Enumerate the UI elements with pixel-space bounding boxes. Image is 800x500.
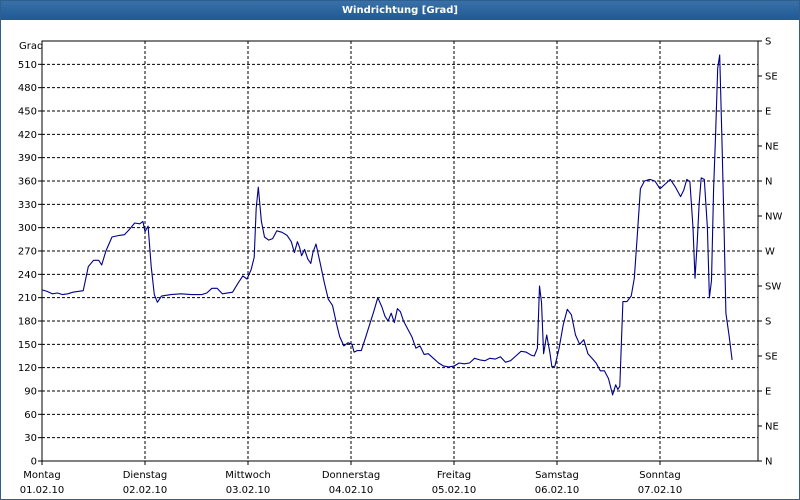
y-axis-label: Grad bbox=[19, 41, 43, 52]
right-tick-label: SE bbox=[765, 72, 778, 83]
left-axis: 0 30 60 90 120 150 180 210 240 270 300 330 360 390 420… bbox=[18, 60, 42, 468]
y-tick-label: 510 bbox=[18, 60, 37, 71]
right-tick-label: SE bbox=[765, 352, 778, 363]
y-tick-label: 420 bbox=[18, 130, 37, 141]
y-tick-label: 30 bbox=[24, 433, 37, 444]
right-tick-label: W bbox=[765, 247, 775, 258]
y-tick-label: 180 bbox=[18, 317, 37, 328]
right-tick-label: NE bbox=[765, 422, 779, 433]
y-tick-label: 330 bbox=[18, 200, 37, 211]
y-tick-label: 210 bbox=[18, 293, 37, 304]
right-tick-label: E bbox=[765, 387, 771, 398]
x-tick-date: 05.02.10 bbox=[432, 485, 477, 496]
right-tick-label: NE bbox=[765, 142, 779, 153]
x-tick-day: Dienstag bbox=[123, 470, 168, 481]
x-tick-day: Samstag bbox=[535, 470, 579, 481]
x-tick-date: 04.02.10 bbox=[329, 485, 374, 496]
x-tick-day: Donnerstag bbox=[322, 470, 380, 481]
y-tick-label: 150 bbox=[18, 340, 37, 351]
right-tick-label: S bbox=[765, 317, 771, 328]
y-tick-label: 90 bbox=[24, 387, 37, 398]
y-tick-label: 120 bbox=[18, 363, 37, 374]
x-tick-day: Freitag bbox=[437, 470, 471, 481]
y-tick-label: 390 bbox=[18, 153, 37, 164]
line-chart: 0 30 60 90 120 150 180 210 240 270 300 330 360 390 420… bbox=[18, 37, 783, 497]
right-tick-label: N bbox=[765, 457, 772, 468]
x-tick-day: Montag bbox=[23, 470, 60, 481]
chart-window: Windrichtung [Grad] 0 30 60 90 120 150 180 210 2… bbox=[0, 0, 800, 500]
x-tick-date: 06.02.10 bbox=[535, 485, 580, 496]
x-tick-date: 03.02.10 bbox=[226, 485, 271, 496]
x-tick-date: 07.02.10 bbox=[638, 485, 683, 496]
right-tick-label: N bbox=[765, 177, 772, 188]
x-tick-day: Mittwoch bbox=[225, 470, 270, 481]
y-tick-label: 60 bbox=[24, 410, 37, 421]
grid bbox=[42, 41, 758, 461]
x-tick-date: 02.02.10 bbox=[123, 485, 168, 496]
x-axis: Montag 01.02.10 Dienstag 02.02.10 Mittwoch 03… bbox=[20, 461, 683, 496]
y-tick-label: 240 bbox=[18, 270, 37, 281]
x-tick-day: Sonntag bbox=[639, 470, 681, 481]
y-tick-label: 0 bbox=[31, 457, 37, 468]
right-tick-label: SW bbox=[765, 282, 781, 293]
y-tick-label: 480 bbox=[18, 83, 37, 94]
right-axis: N NE E SE S SW W NW N NE E SE S bbox=[758, 37, 782, 468]
y-tick-label: 360 bbox=[18, 177, 37, 188]
right-tick-label: NW bbox=[765, 212, 782, 223]
y-tick-label: 450 bbox=[18, 107, 37, 118]
right-tick-label: S bbox=[765, 37, 771, 48]
right-tick-label: E bbox=[765, 107, 771, 118]
x-tick-date: 01.02.10 bbox=[20, 485, 65, 496]
y-tick-label: 270 bbox=[18, 247, 37, 258]
y-tick-label: 300 bbox=[18, 223, 37, 234]
